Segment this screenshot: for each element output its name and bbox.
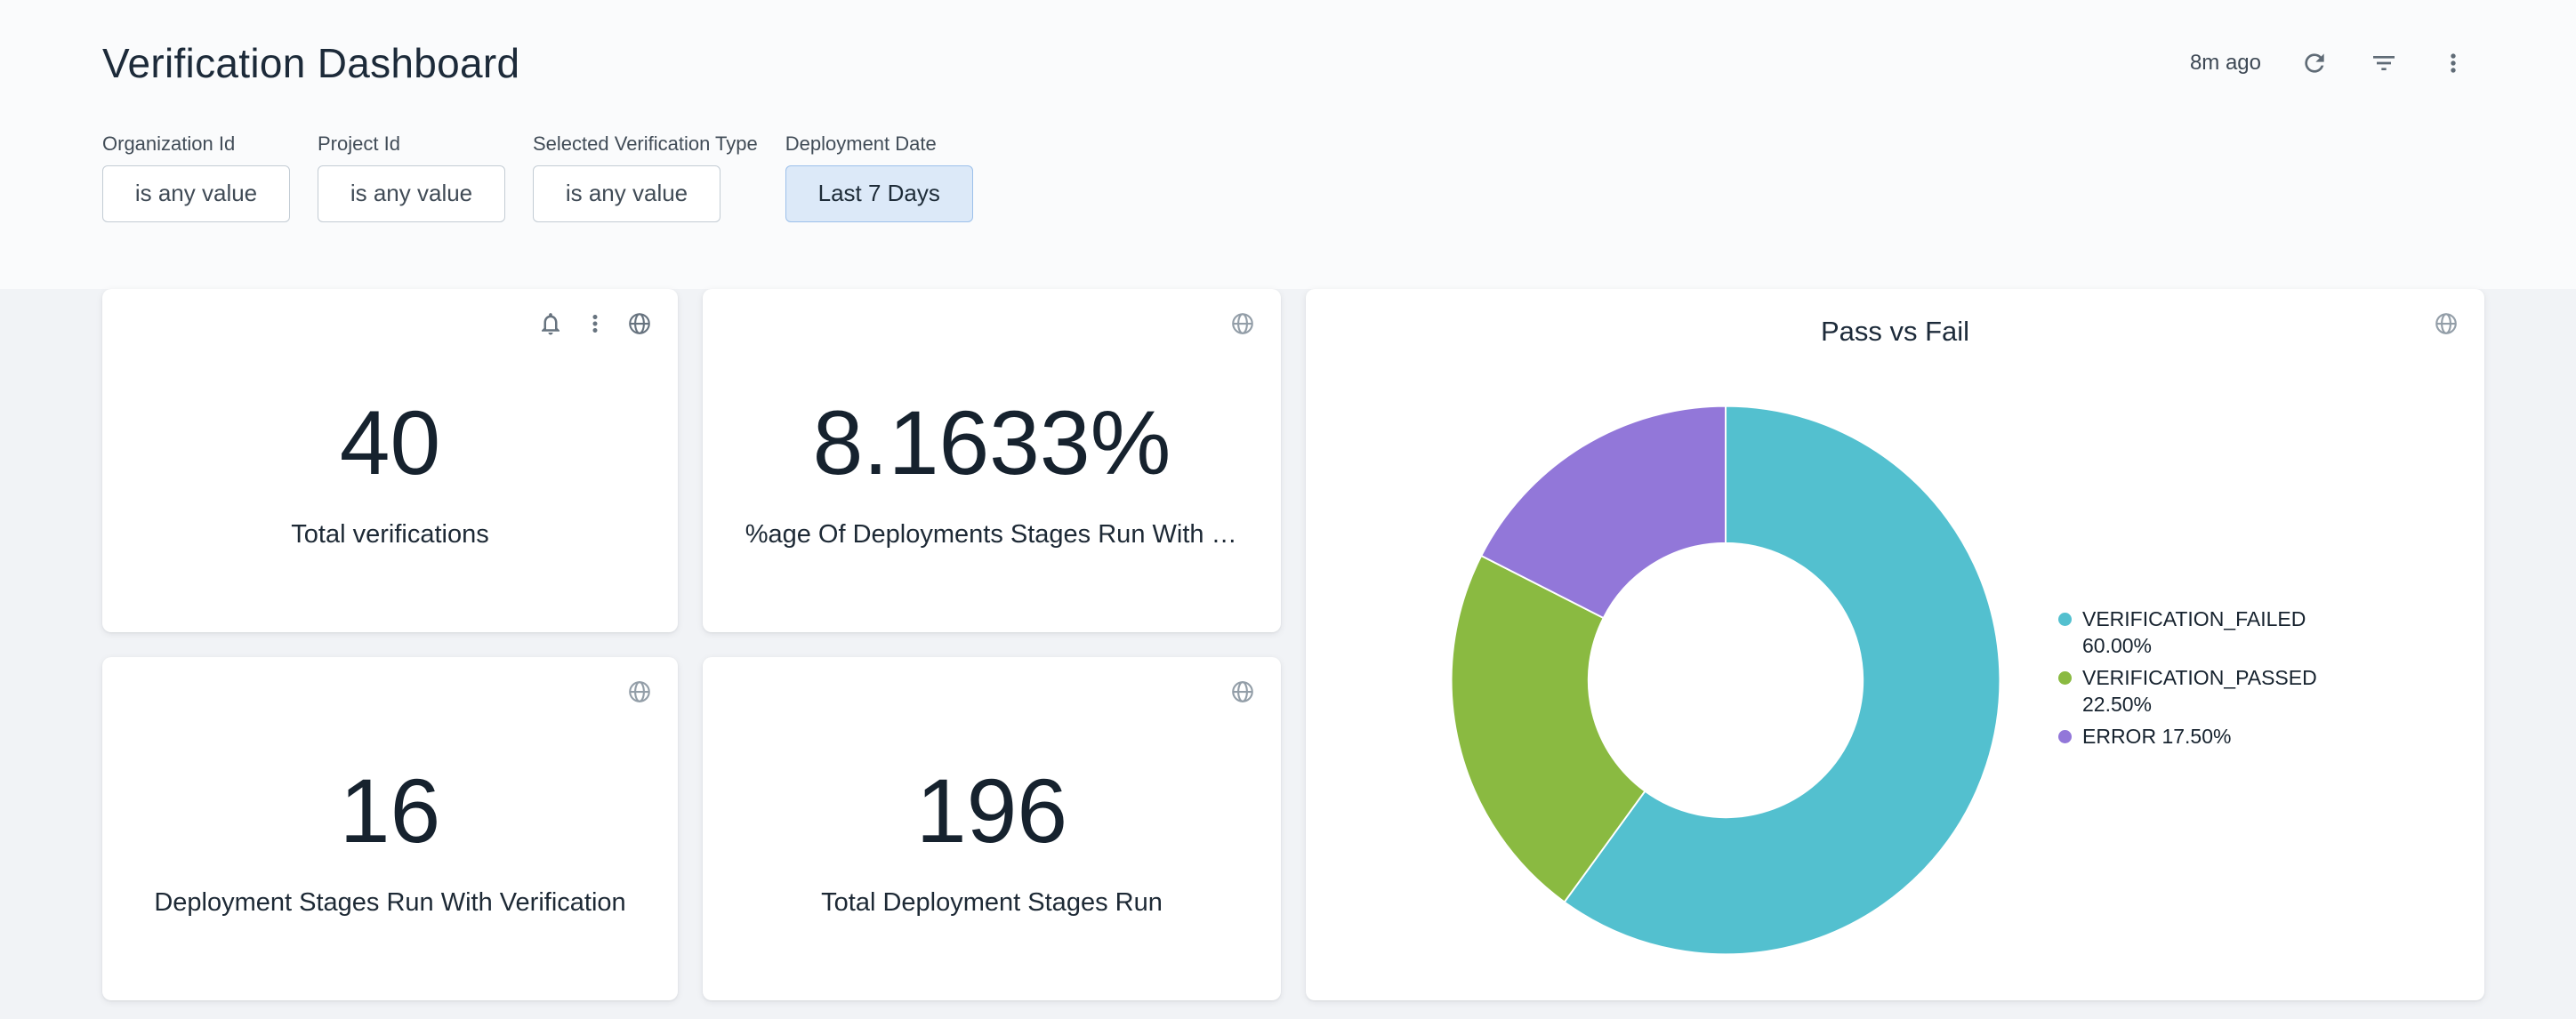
globe-icon [1229, 678, 1256, 705]
filter-label: Project Id [318, 132, 505, 156]
filter-group-deployment-date: Deployment Date Last 7 Days [785, 132, 973, 222]
page-title: Verification Dashboard [102, 41, 519, 86]
refresh-button[interactable] [2298, 47, 2330, 79]
dashboard-header: Verification Dashboard 8m ago Organiz [0, 0, 2576, 289]
globe-icon [2433, 310, 2459, 337]
stat-value: 40 [340, 397, 440, 488]
stat-value: 16 [340, 766, 440, 856]
filter-group-project-id: Project Id is any value [318, 132, 505, 222]
chart-legend: VERIFICATION_FAILED 60.00% VERIFICATION_… [2058, 606, 2349, 750]
verification-type-filter[interactable]: is any value [533, 165, 720, 222]
legend-dot [2058, 730, 2072, 743]
globe-icon [1229, 310, 1256, 337]
explore-from-here-button[interactable] [624, 677, 655, 707]
legend-dot [2058, 613, 2072, 626]
legend-item-verification-failed[interactable]: VERIFICATION_FAILED 60.00% [2058, 606, 2349, 659]
explore-from-here-button[interactable] [1228, 309, 1258, 339]
kebab-menu-icon [2439, 49, 2467, 77]
tile-pass-vs-fail: Pass vs Fail VERIFICATION_FAILED 60.00% … [1306, 289, 2484, 1000]
stat-value: 8.1633% [813, 397, 1171, 488]
refresh-icon [2300, 49, 2329, 77]
filter-label: Organization Id [102, 132, 290, 156]
legend-item-error[interactable]: ERROR 17.50% [2058, 723, 2349, 750]
tile-stages-with-verification: 16 Deployment Stages Run With Verificati… [102, 657, 678, 1000]
deployment-date-filter[interactable]: Last 7 Days [785, 165, 973, 222]
filter-group-organization-id: Organization Id is any value [102, 132, 290, 222]
tile-pct-stages-with-verification: 8.1633% %age Of Deployments Stages Run W… [703, 289, 1281, 632]
alert-button[interactable] [535, 309, 566, 339]
project-id-filter[interactable]: is any value [318, 165, 505, 222]
legend-value: 22.50% [2082, 693, 2152, 716]
legend-label: ERROR [2082, 725, 2156, 748]
filter-bar: Organization Id is any value Project Id … [102, 132, 2469, 222]
legend-label: VERIFICATION_PASSED [2082, 666, 2317, 689]
explore-from-here-button[interactable] [1228, 677, 1258, 707]
filter-group-verification-type: Selected Verification Type is any value [533, 132, 758, 222]
globe-icon [626, 678, 653, 705]
legend-value: 17.50% [2161, 725, 2231, 748]
last-refreshed-label: 8m ago [2190, 51, 2261, 76]
tiles-grid: 40 Total verifications 8.1633% %age Of D… [102, 289, 2576, 1000]
bell-icon [537, 310, 564, 337]
tile-total-stages-run: 196 Total Deployment Stages Run [703, 657, 1281, 1000]
header-actions: 8m ago [2190, 47, 2469, 79]
dashboard-more-options-button[interactable] [2437, 47, 2469, 79]
explore-from-here-button[interactable] [2431, 309, 2461, 339]
filter-label: Selected Verification Type [533, 132, 758, 156]
organization-id-filter[interactable]: is any value [102, 165, 290, 222]
filter-icon [2370, 49, 2398, 77]
tile-total-verifications: 40 Total verifications [102, 289, 678, 632]
filter-label: Deployment Date [785, 132, 973, 156]
dashboard-filters-button[interactable] [2368, 47, 2400, 79]
explore-from-here-button[interactable] [624, 309, 655, 339]
stat-value: 196 [916, 766, 1067, 856]
stat-label: %age Of Deployments Stages Run With V… [745, 520, 1239, 550]
legend-label: VERIFICATION_FAILED [2082, 607, 2306, 630]
pass-fail-donut[interactable] [1441, 396, 2010, 965]
globe-icon [626, 310, 653, 337]
legend-item-verification-passed[interactable]: VERIFICATION_PASSED 22.50% [2058, 664, 2349, 718]
legend-dot [2058, 671, 2072, 685]
legend-value: 60.00% [2082, 634, 2152, 657]
kebab-menu-icon [582, 310, 608, 337]
stat-label: Total verifications [291, 520, 488, 550]
stat-label: Total Deployment Stages Run [821, 888, 1163, 918]
chart-title: Pass vs Fail [1306, 316, 2484, 348]
stat-label: Deployment Stages Run With Verification [154, 888, 625, 918]
tile-more-options-button[interactable] [580, 309, 610, 339]
